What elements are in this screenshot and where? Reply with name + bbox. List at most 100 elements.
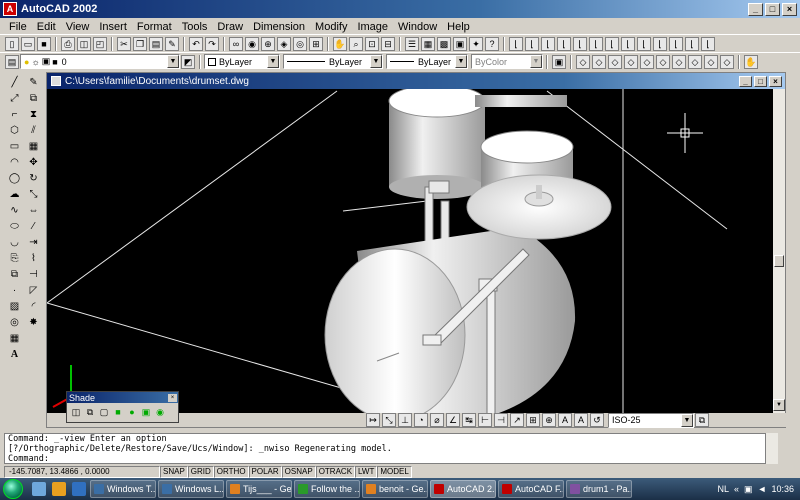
hidden-icon[interactable]: ▢ bbox=[98, 406, 110, 418]
tray-arrow-icon[interactable]: « bbox=[734, 484, 739, 494]
ucs-previous2-icon[interactable]: ⌊ bbox=[685, 36, 699, 51]
make-object-layer-current-icon[interactable]: ◩ bbox=[181, 54, 195, 69]
3d-wireframe-icon[interactable]: ⧉ bbox=[84, 406, 96, 418]
dim-update-icon[interactable]: ↺ bbox=[590, 413, 604, 427]
layer-manager-icon[interactable]: ▤ bbox=[5, 54, 19, 69]
maximize-button[interactable]: □ bbox=[765, 2, 780, 16]
close-icon[interactable]: × bbox=[168, 393, 177, 402]
menu-format[interactable]: Format bbox=[132, 21, 177, 33]
front-view-icon[interactable]: ◇ bbox=[640, 54, 654, 69]
point-icon[interactable]: · bbox=[8, 284, 22, 298]
dim-text-edit-icon[interactable]: A bbox=[574, 413, 588, 427]
start-button[interactable] bbox=[3, 479, 23, 499]
top-view-icon[interactable]: ◇ bbox=[576, 54, 590, 69]
left-view-icon[interactable]: ◇ bbox=[608, 54, 622, 69]
network-icon[interactable]: ▣ bbox=[744, 484, 753, 495]
taskbar-item[interactable]: AutoCAD F... bbox=[498, 480, 564, 498]
3d-view-icon[interactable]: ▣ bbox=[552, 54, 566, 69]
revision-cloud-icon[interactable]: ☁ bbox=[8, 188, 22, 202]
properties-icon[interactable]: ☰ bbox=[405, 36, 419, 51]
taskbar-item[interactable]: drum1 - Pa... bbox=[566, 480, 632, 498]
browser-icon[interactable] bbox=[72, 482, 86, 496]
polar-toggle[interactable]: POLAR bbox=[248, 466, 282, 478]
chamfer-icon[interactable]: ◸ bbox=[27, 284, 41, 298]
make-block-icon[interactable]: ⧉ bbox=[8, 268, 22, 282]
taskbar-item[interactable]: benoit - Ge... bbox=[362, 480, 428, 498]
lwt-toggle[interactable]: LWT bbox=[355, 466, 378, 478]
zoom-previous-icon[interactable]: ⊟ bbox=[381, 36, 395, 51]
explode-icon[interactable]: ✸ bbox=[27, 316, 41, 330]
menu-file[interactable]: File bbox=[4, 21, 32, 33]
break-icon[interactable]: ⌇ bbox=[27, 252, 41, 266]
ellipse-arc-icon[interactable]: ◡ bbox=[8, 236, 22, 250]
ucs-view-icon[interactable]: ⌊ bbox=[557, 36, 571, 51]
scale-icon[interactable]: ⤡ bbox=[27, 188, 41, 202]
menu-modify[interactable]: Modify bbox=[310, 21, 352, 33]
cut-icon[interactable]: ✂ bbox=[117, 36, 131, 51]
open-icon[interactable]: ▭ bbox=[21, 36, 35, 51]
construction-line-icon[interactable]: ⤢ bbox=[8, 92, 22, 106]
undo-icon[interactable]: ↶ bbox=[189, 36, 203, 51]
ucs-x-icon[interactable]: ⌊ bbox=[621, 36, 635, 51]
minimize-button[interactable]: _ bbox=[748, 2, 763, 16]
print-icon[interactable]: ⎙ bbox=[61, 36, 75, 51]
copy-object-icon[interactable]: ⧉ bbox=[27, 92, 41, 106]
chevron-down-icon[interactable]: ▼ bbox=[530, 55, 542, 68]
ucs-previous-icon[interactable]: ◎ bbox=[293, 36, 307, 51]
offset-icon[interactable]: ⫽ bbox=[27, 124, 41, 138]
show-desktop-icon[interactable] bbox=[32, 482, 46, 496]
ucs-world-icon[interactable]: ⌊ bbox=[509, 36, 523, 51]
continue-dim-icon[interactable]: ⊣ bbox=[494, 413, 508, 427]
baseline-dim-icon[interactable]: ⊢ bbox=[478, 413, 492, 427]
menu-draw[interactable]: Draw bbox=[212, 21, 248, 33]
zoom-window-icon[interactable]: ⊡ bbox=[365, 36, 379, 51]
aligned-dim-icon[interactable]: ⤡ bbox=[382, 413, 396, 427]
right-view-icon[interactable]: ◇ bbox=[624, 54, 638, 69]
ellipse-icon[interactable]: ⬭ bbox=[8, 220, 22, 234]
extend-icon[interactable]: ⇥ bbox=[27, 236, 41, 250]
zoom-realtime-icon[interactable]: ⌕ bbox=[349, 36, 363, 51]
insert-block-icon[interactable]: ⎘ bbox=[8, 252, 22, 266]
bottom-view-icon[interactable]: ◇ bbox=[592, 54, 606, 69]
design-center-icon[interactable]: ▦ bbox=[421, 36, 435, 51]
named-ucs-icon[interactable]: ⊞ bbox=[309, 36, 323, 51]
paste-icon[interactable]: ▤ bbox=[149, 36, 163, 51]
close-button[interactable]: × bbox=[782, 2, 797, 16]
hyperlink-icon[interactable]: ∞ bbox=[229, 36, 243, 51]
ortho-toggle[interactable]: ORTHO bbox=[213, 466, 249, 478]
arc-icon[interactable]: ◠ bbox=[8, 156, 22, 170]
menu-help[interactable]: Help bbox=[442, 21, 475, 33]
quick-leader-icon[interactable]: ↗ bbox=[510, 413, 524, 427]
camera-icon[interactable]: ✋ bbox=[744, 54, 758, 69]
model-toggle[interactable]: MODEL bbox=[377, 466, 412, 478]
polygon-icon[interactable]: ⬡ bbox=[8, 124, 22, 138]
ucs-3point-icon[interactable]: ⌊ bbox=[605, 36, 619, 51]
language-indicator[interactable]: NL bbox=[718, 484, 730, 494]
save-icon[interactable]: ■ bbox=[37, 36, 51, 51]
multiline-text-icon[interactable]: A bbox=[8, 348, 22, 362]
dim-style-dropdown[interactable]: ISO-25 ▼ bbox=[608, 412, 694, 428]
scroll-thumb[interactable] bbox=[774, 255, 784, 267]
dim-edit-icon[interactable]: A bbox=[558, 413, 572, 427]
menu-insert[interactable]: Insert bbox=[94, 21, 132, 33]
ucs-named-icon[interactable]: ⌊ bbox=[701, 36, 715, 51]
snap-toggle[interactable]: SNAP bbox=[160, 466, 188, 478]
help-icon[interactable]: ? bbox=[485, 36, 499, 51]
angular-dim-icon[interactable]: ∠ bbox=[446, 413, 460, 427]
table-icon[interactable]: ▦ bbox=[8, 332, 22, 346]
array-icon[interactable]: ▦ bbox=[27, 140, 41, 154]
nw-iso-view-icon[interactable]: ◇ bbox=[720, 54, 734, 69]
otrack-toggle[interactable]: OTRACK bbox=[315, 466, 356, 478]
flat-edges-icon[interactable]: ▣ bbox=[140, 406, 152, 418]
gouraud-edges-icon[interactable]: ◉ bbox=[154, 406, 166, 418]
rectangle-icon[interactable]: ▭ bbox=[8, 140, 22, 154]
ucs-y-icon[interactable]: ⌊ bbox=[637, 36, 651, 51]
polyline-icon[interactable]: ⌐ bbox=[8, 108, 22, 122]
menu-window[interactable]: Window bbox=[393, 21, 442, 33]
match-properties-icon[interactable]: ✎ bbox=[165, 36, 179, 51]
center-mark-icon[interactable]: ⊕ bbox=[542, 413, 556, 427]
chevron-down-icon[interactable]: ▼ bbox=[455, 55, 467, 68]
taskbar-item[interactable]: Windows T... bbox=[90, 480, 156, 498]
copy-icon[interactable]: ❐ bbox=[133, 36, 147, 51]
ucs-z-icon[interactable]: ⌊ bbox=[653, 36, 667, 51]
